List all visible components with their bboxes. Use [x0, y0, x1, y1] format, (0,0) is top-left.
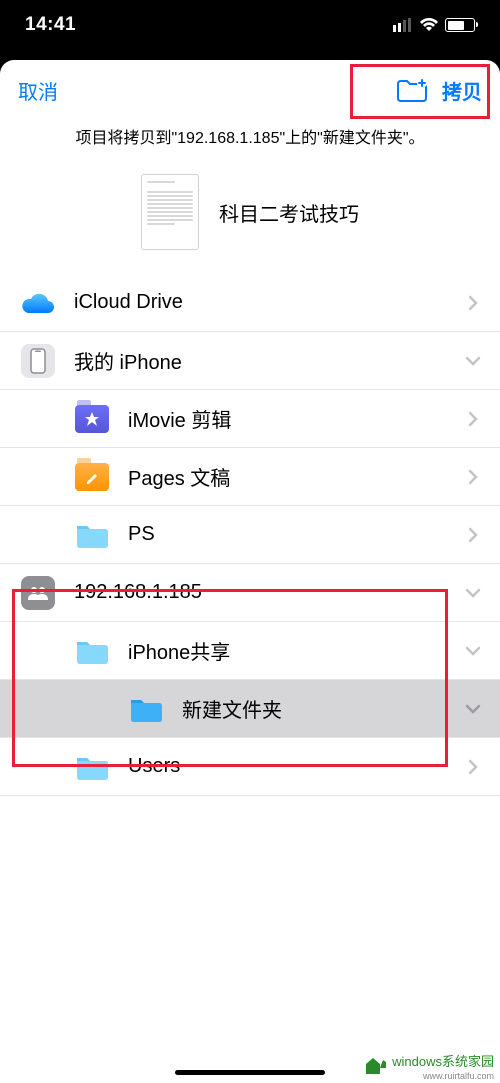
- status-time: 14:41: [25, 14, 76, 36]
- cellular-signal-icon: [393, 18, 413, 32]
- folder-ps[interactable]: PS: [0, 506, 500, 564]
- folder-users[interactable]: Users: [0, 738, 500, 796]
- location-list: iCloud Drive 我的 iPhone: [0, 274, 500, 796]
- location-my-iphone[interactable]: 我的 iPhone: [0, 332, 500, 390]
- chevron-right-icon: [464, 295, 482, 311]
- sheet-header: 取消 拷贝: [0, 60, 500, 120]
- watermark-text: windows系统家园: [392, 1054, 494, 1069]
- folder-pages[interactable]: Pages 文稿: [0, 448, 500, 506]
- folder-label: Users: [128, 755, 464, 778]
- server-label: 192.168.1.185: [74, 581, 464, 604]
- location-server[interactable]: 192.168.1.185: [0, 564, 500, 622]
- imovie-folder-icon: [75, 405, 109, 433]
- document-preview: 科目二考试技巧: [0, 160, 500, 274]
- new-folder-button[interactable]: [396, 78, 428, 102]
- folder-icon: [75, 753, 109, 781]
- cancel-button[interactable]: 取消: [18, 76, 58, 105]
- folder-iphone-share[interactable]: iPhone共享: [0, 622, 500, 680]
- folder-label: iPhone共享: [128, 636, 464, 665]
- folder-label: PS: [128, 523, 464, 546]
- status-bar: 14:41: [0, 0, 500, 50]
- iphone-icon: [21, 344, 55, 378]
- shared-server-icon: [21, 576, 55, 610]
- pages-folder-icon: [75, 463, 109, 491]
- chevron-down-icon: [464, 356, 482, 366]
- chevron-right-icon: [464, 759, 482, 775]
- folder-label: iMovie 剪辑: [128, 404, 464, 433]
- document-title: 科目二考试技巧: [219, 198, 359, 227]
- folder-icon: [129, 695, 163, 723]
- chevron-down-icon: [464, 646, 482, 656]
- home-indicator[interactable]: [175, 1070, 325, 1075]
- chevron-down-icon: [464, 588, 482, 598]
- location-icloud[interactable]: iCloud Drive: [0, 274, 500, 332]
- chevron-right-icon: [464, 411, 482, 427]
- chevron-right-icon: [464, 527, 482, 543]
- watermark-logo-icon: [364, 1056, 388, 1076]
- location-label: 我的 iPhone: [74, 346, 464, 375]
- copy-button[interactable]: 拷贝: [442, 76, 482, 105]
- folder-icon: [75, 521, 109, 549]
- folder-icon: [75, 637, 109, 665]
- copy-sheet: 取消 拷贝 项目将拷贝到"192.168.1.185"上的"新建文件夹"。: [0, 60, 500, 1083]
- folder-label: Pages 文稿: [128, 462, 464, 491]
- watermark: windows系统家园 www.ruirtalfu.com: [364, 1051, 494, 1080]
- folder-plus-icon: [396, 78, 428, 102]
- chevron-down-icon: [464, 704, 482, 714]
- destination-info-text: 项目将拷贝到"192.168.1.185"上的"新建文件夹"。: [0, 120, 500, 160]
- battery-icon: [445, 18, 475, 32]
- location-label: iCloud Drive: [74, 291, 464, 314]
- status-indicators: [393, 18, 475, 32]
- folder-imovie[interactable]: iMovie 剪辑: [0, 390, 500, 448]
- icloud-icon: [21, 291, 55, 315]
- folder-label: 新建文件夹: [182, 694, 464, 723]
- document-thumbnail-icon: [141, 174, 199, 250]
- chevron-right-icon: [464, 469, 482, 485]
- watermark-url: www.ruirtalfu.com: [423, 1071, 494, 1081]
- folder-new-folder-selected[interactable]: 新建文件夹: [0, 680, 500, 738]
- wifi-icon: [419, 18, 439, 32]
